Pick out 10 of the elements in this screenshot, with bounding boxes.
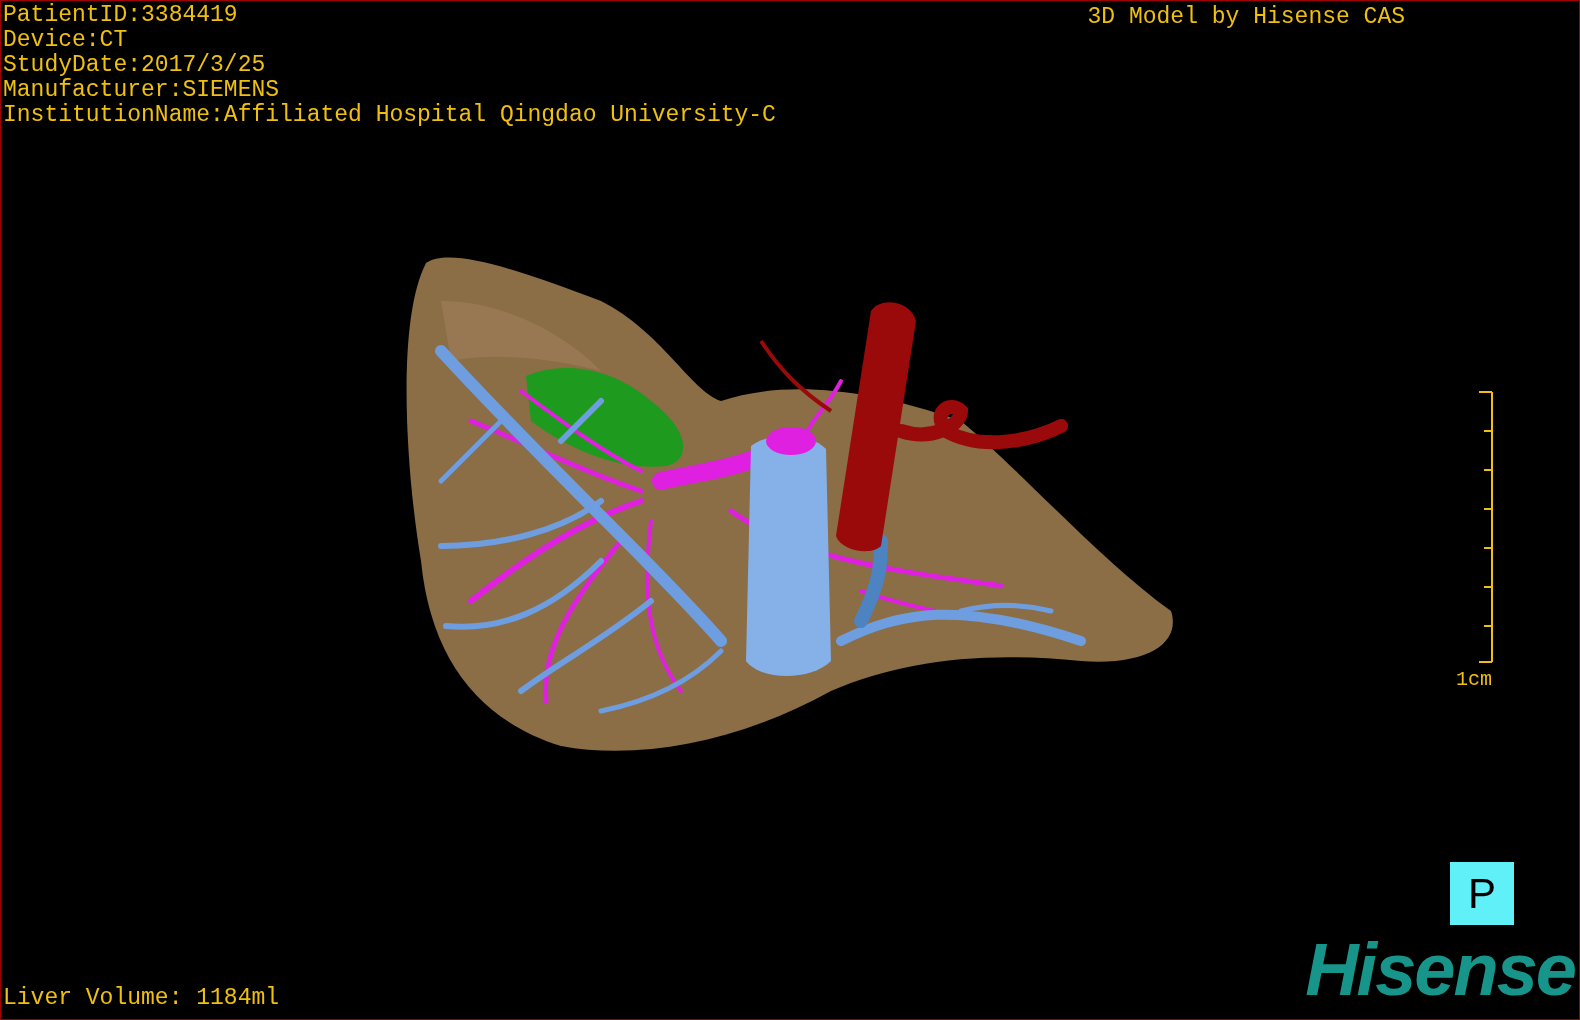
study-info-line: StudyDate:2017/3/25 xyxy=(3,53,266,78)
logo: Hisense xyxy=(1305,933,1575,1007)
model-title: 3D Model by Hisense CAS xyxy=(1087,5,1405,30)
orientation-marker: P xyxy=(1450,862,1514,925)
study-info-line: Manufacturer:SIEMENS xyxy=(3,78,280,103)
study-info-line: PatientID:3384419 xyxy=(3,3,238,28)
study-info-line: InstitutionName:Affiliated Hospital Qingdao University-C xyxy=(3,103,776,128)
liver-volume: Liver Volume: 1184ml xyxy=(3,986,280,1011)
study-info-line: Device:CT xyxy=(3,28,128,53)
scale-label: 1cm xyxy=(1456,667,1492,693)
